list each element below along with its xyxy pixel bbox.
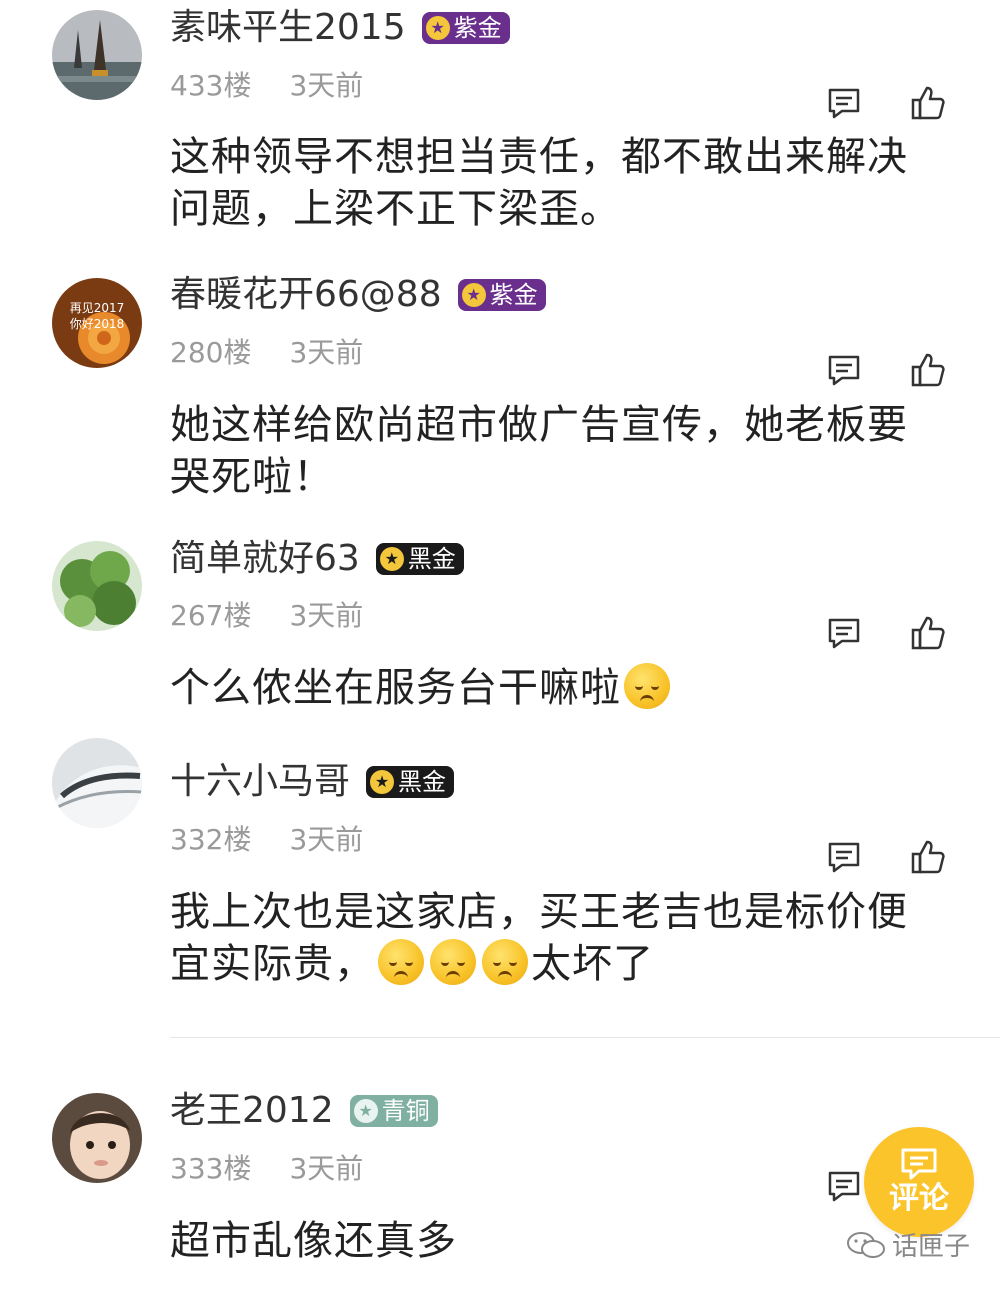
comment-text-body: 个么侬坐在服务台干嘛啦 — [170, 665, 621, 711]
post-time: 3天前 — [289, 599, 364, 632]
user-avatar[interactable] — [52, 541, 142, 631]
svg-text:你好2018: 你好2018 — [70, 317, 125, 331]
reply-icon[interactable] — [824, 837, 864, 877]
reply-icon[interactable] — [824, 1166, 864, 1206]
username[interactable]: 十六小马哥 — [170, 760, 350, 804]
username[interactable]: 简单就好63 — [170, 537, 360, 581]
reply-icon[interactable] — [824, 613, 864, 653]
thumbs-up-icon[interactable] — [908, 837, 948, 877]
post-time: 3天前 — [289, 823, 364, 856]
badge-label: 青铜 — [381, 1097, 430, 1125]
level-badge: ★ 紫金 — [457, 279, 546, 311]
comment-text: 个么侬坐在服务台干嘛啦 — [170, 662, 940, 714]
pensive-face-emoji-icon — [430, 939, 476, 985]
rose-avatar-icon: 再见2017 你好2018 — [52, 278, 142, 368]
post-time: 3天前 — [289, 1152, 364, 1185]
thumbs-up-icon[interactable] — [908, 613, 948, 653]
user-avatar[interactable] — [52, 10, 142, 100]
pensive-face-emoji-icon — [624, 663, 670, 709]
pensive-face-emoji-icon — [482, 939, 528, 985]
comment-text: 这种领导不想担当责任，都不敢出来解决问题，上梁不正下梁歪。 — [170, 134, 908, 232]
level-badge: ★ 黑金 — [366, 766, 455, 798]
badge-label: 黑金 — [407, 545, 456, 573]
watermark: 话匣子 — [846, 1226, 970, 1263]
reply-icon[interactable] — [824, 350, 864, 390]
floor-number: 333楼 — [170, 1152, 252, 1185]
star-icon: ★ — [353, 1099, 378, 1123]
user-avatar[interactable] — [52, 738, 142, 828]
watermark-text: 话匣子 — [892, 1232, 971, 1262]
star-icon: ★ — [425, 16, 450, 40]
comment-text: 超市乱像还真多 — [170, 1218, 457, 1264]
floor-number: 280楼 — [170, 336, 252, 369]
section-divider — [170, 1037, 1000, 1038]
thumbs-up-icon[interactable] — [908, 83, 948, 123]
thumbs-up-icon[interactable] — [908, 350, 948, 390]
level-badge: ★ 青铜 — [349, 1095, 438, 1127]
star-icon: ★ — [379, 547, 404, 571]
star-icon: ★ — [370, 770, 395, 794]
pensive-face-emoji-icon — [378, 939, 424, 985]
comment-text: 她这样给欧尚超市做广告宣传，她老板要哭死啦！ — [170, 402, 908, 500]
write-comment-label: 评论 — [889, 1181, 949, 1216]
level-badge: ★ 紫金 — [421, 12, 510, 44]
reply-icon[interactable] — [824, 83, 864, 123]
username[interactable]: 老王2012 — [170, 1089, 334, 1133]
post-time: 3天前 — [289, 69, 364, 102]
user-avatar[interactable]: 再见2017 你好2018 — [52, 278, 142, 368]
username[interactable]: 素味平生2015 — [170, 6, 406, 50]
comment-text-tail: 太坏了 — [531, 941, 654, 987]
floor-number: 433楼 — [170, 69, 252, 102]
user-avatar[interactable] — [52, 1093, 142, 1183]
write-comment-button[interactable]: 评论 — [864, 1127, 974, 1237]
floor-number: 332楼 — [170, 823, 252, 856]
badge-label: 黑金 — [398, 768, 447, 796]
wechat-icon — [847, 1231, 885, 1258]
green-plant-avatar-icon — [52, 541, 142, 631]
baby-avatar-icon — [52, 1093, 142, 1183]
badge-label: 紫金 — [453, 14, 502, 42]
username[interactable]: 春暖花开66@88 — [170, 273, 442, 317]
comment-icon — [901, 1148, 937, 1180]
level-badge: ★ 黑金 — [375, 543, 464, 575]
bullet-train-avatar-icon — [52, 738, 142, 828]
floor-number: 267楼 — [170, 599, 252, 632]
pagoda-lake-avatar-icon — [52, 10, 142, 100]
star-icon: ★ — [461, 283, 486, 307]
svg-text:再见2017: 再见2017 — [70, 301, 125, 315]
badge-label: 紫金 — [489, 281, 538, 309]
comment-text: 我上次也是这家店，买王老吉也是标价便宜实际贵， 太坏了 — [170, 886, 940, 990]
post-time: 3天前 — [289, 336, 364, 369]
